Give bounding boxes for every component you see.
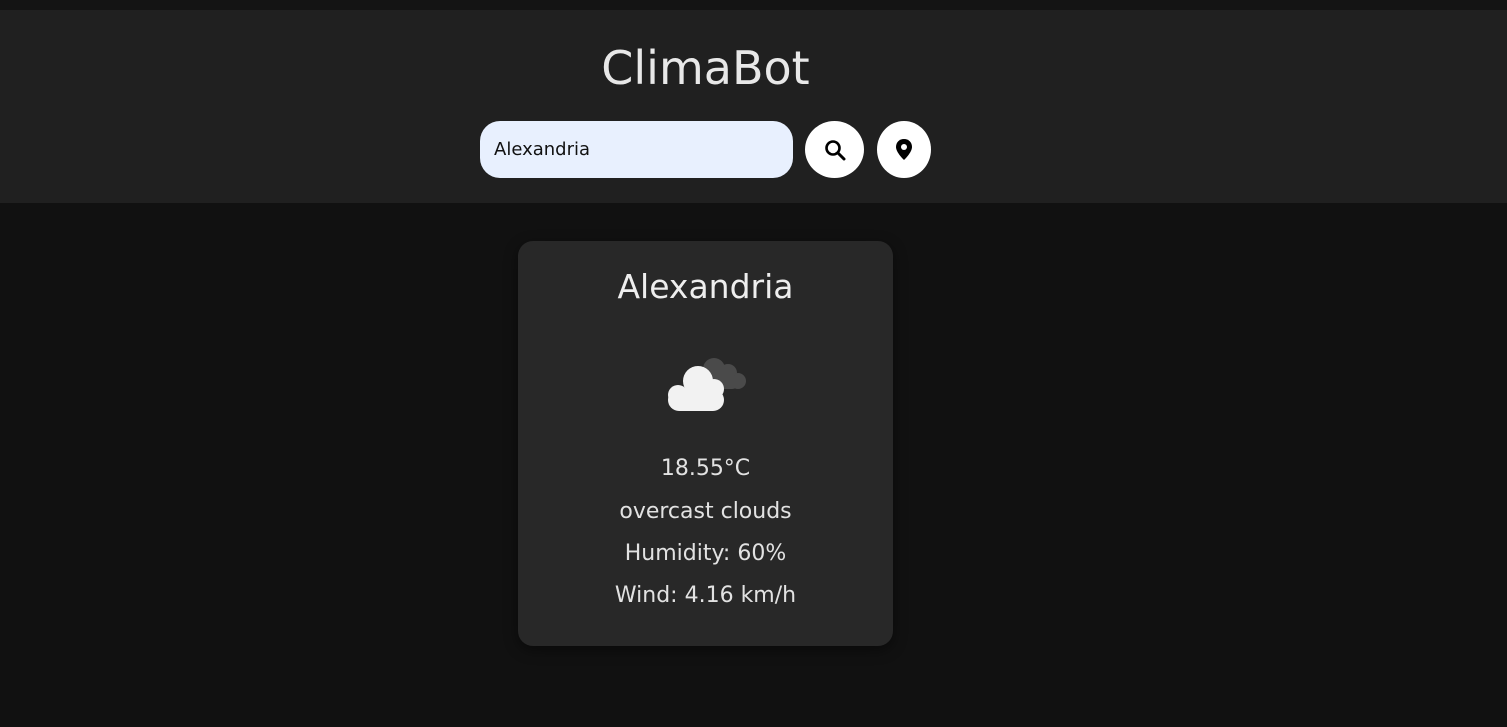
- search-button[interactable]: [805, 121, 864, 178]
- header: ClimaBot: [0, 10, 1507, 203]
- location-button[interactable]: [877, 121, 931, 178]
- location-pin-icon: [896, 138, 912, 160]
- top-strip: [0, 0, 1507, 10]
- search-icon: [824, 139, 845, 160]
- humidity-value: Humidity: 60%: [624, 541, 787, 566]
- temperature-value: 18.55°C: [660, 456, 751, 481]
- city-name: Alexandria: [617, 267, 794, 306]
- weather-description: overcast clouds: [619, 499, 792, 524]
- wind-value: Wind: 4.16 km/h: [614, 583, 797, 608]
- app-title: ClimaBot: [601, 41, 810, 95]
- city-search-input[interactable]: [480, 121, 793, 178]
- weather-card: Alexandria 18.55°C overcast clouds Humid…: [518, 241, 893, 646]
- overcast-clouds-icon: [668, 358, 746, 411]
